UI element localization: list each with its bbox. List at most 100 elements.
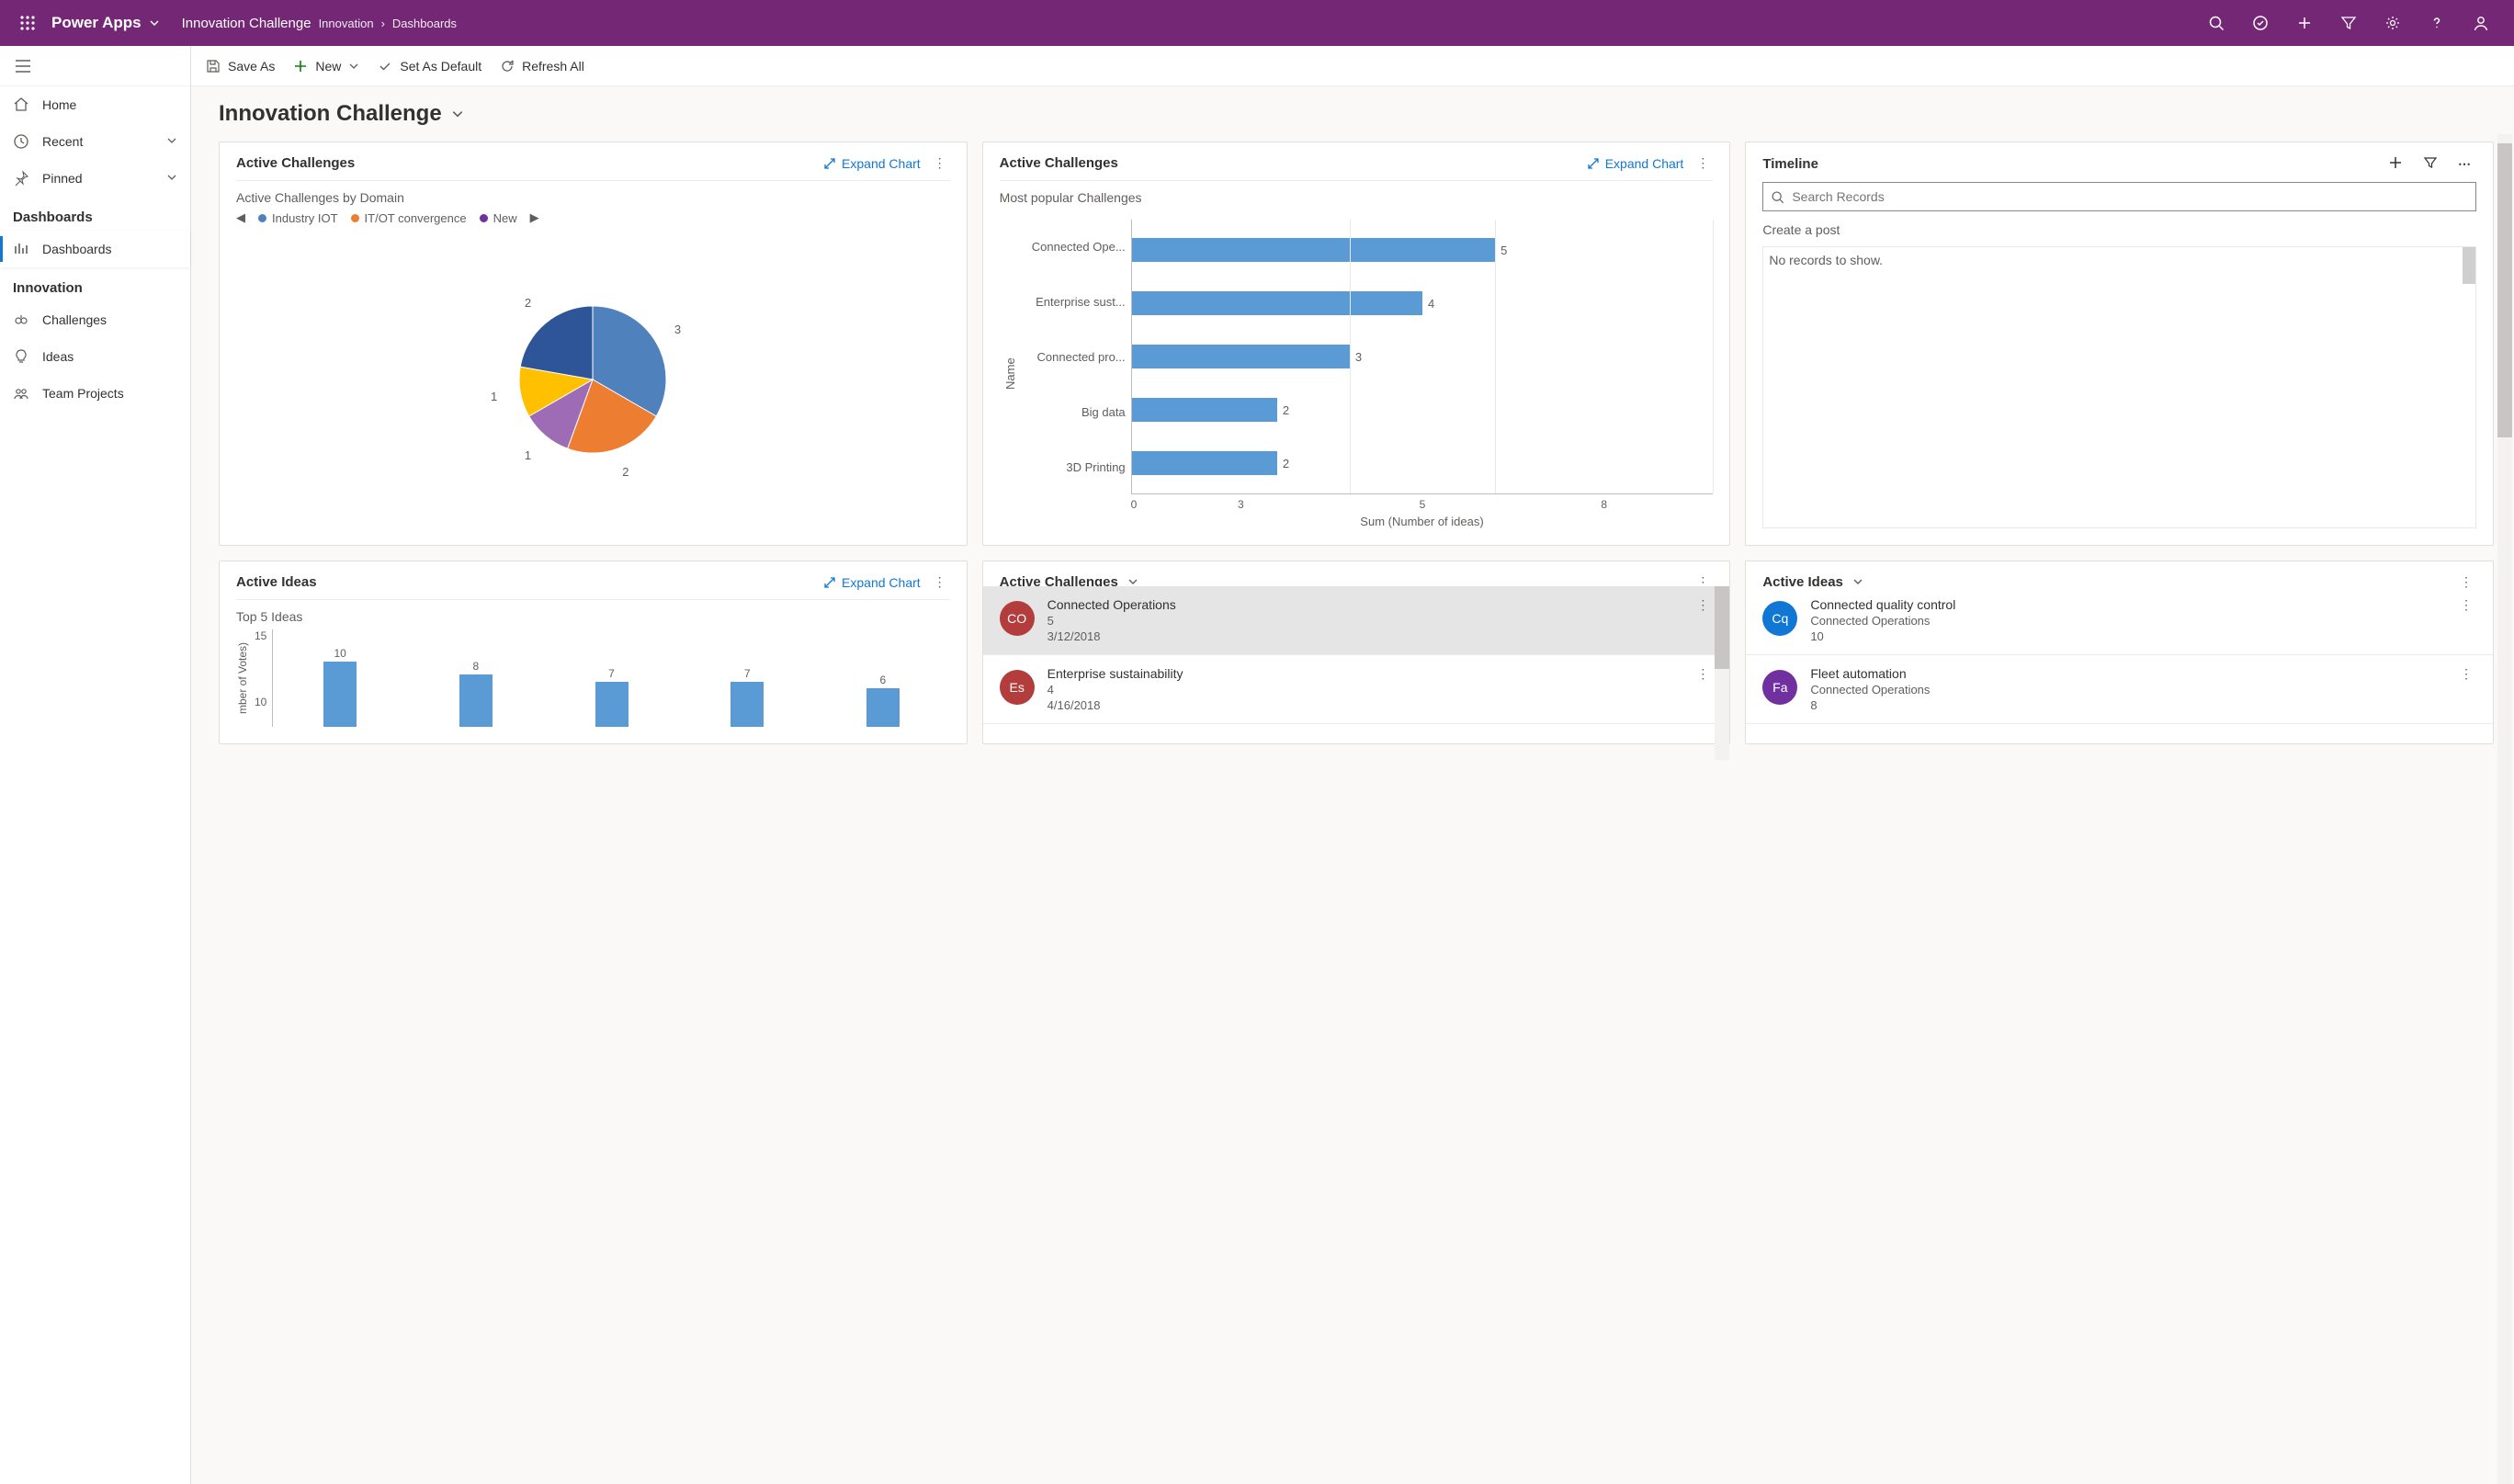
expand-label: Expand Chart [842, 156, 921, 171]
settings-icon[interactable] [2371, 0, 2415, 46]
list-item-more-icon[interactable]: ⋮ [1693, 666, 1713, 682]
card-more-icon[interactable]: ⋮ [1693, 155, 1713, 171]
expand-chart-link[interactable]: Expand Chart [1587, 156, 1684, 171]
scrollbar-thumb[interactable] [2497, 143, 2512, 437]
nav-item-ideas[interactable]: Ideas [0, 338, 190, 375]
nav-collapse-button[interactable] [0, 46, 190, 86]
card-more-icon[interactable]: ⋮ [930, 155, 950, 171]
legend-prev-icon[interactable]: ◀ [236, 210, 245, 225]
hbar-chart: Name Connected Ope...Enterprise sust...C… [1000, 220, 1714, 528]
hbar-value: 4 [1428, 297, 1434, 311]
check-icon [378, 59, 392, 74]
breadcrumb: Innovation Challenge Innovation › Dashbo… [182, 16, 457, 31]
nav-label: Challenges [42, 312, 107, 327]
list-item[interactable]: CqConnected quality controlConnected Ope… [1746, 586, 2493, 655]
vbar-bar[interactable] [866, 688, 900, 727]
breadcrumb-root[interactable]: Innovation Challenge [182, 16, 311, 31]
vbar-bar[interactable] [595, 682, 628, 727]
hbar-bar[interactable] [1132, 345, 1350, 368]
timeline-more-icon[interactable]: ⋯ [2452, 156, 2476, 172]
dashboard-title[interactable]: Innovation Challenge [191, 86, 2514, 134]
home-icon [13, 96, 29, 113]
list-body: COConnected Operations53/12/2018⋮EsEnter… [983, 586, 1730, 760]
main-area: Save As New Set As Default Refresh All I… [191, 46, 2514, 1484]
legend-item[interactable]: IT/OT convergence [351, 211, 467, 225]
hbar-category: Big data [1021, 405, 1126, 419]
hbar-tick: 8 [1495, 498, 1713, 511]
pie-value: 1 [525, 448, 531, 462]
task-icon[interactable] [2238, 0, 2282, 46]
legend-item[interactable]: Industry IOT [258, 211, 338, 225]
pie-slice[interactable] [521, 306, 594, 379]
expand-chart-link[interactable]: Expand Chart [823, 575, 921, 590]
legend-next-icon[interactable]: ▶ [530, 210, 539, 225]
nav-item-recent[interactable]: Recent [0, 123, 190, 160]
timeline-filter-icon[interactable] [2418, 155, 2443, 173]
hbar-bar[interactable] [1132, 451, 1277, 475]
timeline-create-post[interactable]: Create a post [1762, 222, 2476, 237]
hbar-bar[interactable] [1132, 291, 1422, 315]
hbar-bar[interactable] [1132, 398, 1277, 422]
cmd-save-as[interactable]: Save As [206, 59, 275, 74]
vbar-bar[interactable] [459, 674, 493, 727]
timeline-add-icon[interactable] [2383, 155, 2408, 173]
timeline-search-input[interactable] [1792, 189, 2468, 204]
hbar-tick: 3 [1132, 498, 1350, 511]
help-icon[interactable] [2415, 0, 2459, 46]
plus-icon [293, 59, 308, 74]
canvas-scrollbar[interactable] [2497, 134, 2512, 1484]
nav-item-dashboards[interactable]: Dashboards [0, 231, 190, 267]
list-item[interactable]: COConnected Operations53/12/2018⋮ [983, 586, 1730, 655]
hbar-bar[interactable] [1132, 238, 1495, 262]
list-item-more-icon[interactable]: ⋮ [1693, 597, 1713, 613]
expand-chart-link[interactable]: Expand Chart [823, 156, 921, 171]
breadcrumb-section[interactable]: Innovation [319, 17, 374, 30]
app-launcher-icon[interactable] [11, 6, 44, 40]
list-item-more-icon[interactable]: ⋮ [2456, 597, 2476, 613]
list-item-sub1: Connected Operations [1810, 614, 2443, 628]
pie-value: 2 [622, 465, 628, 479]
list-item-sub1: 5 [1048, 614, 1681, 628]
hbar-row: 5 [1132, 236, 1714, 264]
nav-item-pinned[interactable]: Pinned [0, 160, 190, 197]
list-item[interactable]: EsEnterprise sustainability44/16/2018⋮ [983, 655, 1730, 724]
hbar-xlabel: Sum (Number of ideas) [1131, 511, 1714, 528]
list-item[interactable]: FaFleet automationConnected Operations8⋮ [1746, 655, 2493, 724]
expand-label: Expand Chart [1605, 156, 1684, 171]
card-active-challenges-list: Active Challenges ⋮ COConnected Operatio… [982, 561, 1731, 744]
scrollbar-thumb[interactable] [2463, 247, 2475, 284]
list-item-sub2: 4/16/2018 [1048, 698, 1681, 712]
timeline-search[interactable] [1762, 182, 2476, 211]
account-icon[interactable] [2459, 0, 2503, 46]
vbar-bar[interactable] [730, 682, 764, 727]
add-icon[interactable] [2282, 0, 2327, 46]
hbar-ylabel: Name [1000, 220, 1021, 528]
card-more-icon[interactable]: ⋮ [930, 574, 950, 590]
app-brand-label: Power Apps [51, 14, 142, 32]
legend-item[interactable]: New [480, 211, 517, 225]
nav-item-team-projects[interactable]: Team Projects [0, 375, 190, 412]
scrollbar[interactable] [1715, 586, 1729, 760]
cmd-new[interactable]: New [293, 59, 359, 74]
card-active-challenges-bar: Active Challenges Expand Chart ⋮ Most po… [982, 142, 1731, 546]
filter-icon[interactable] [2327, 0, 2371, 46]
pie-value: 2 [525, 296, 531, 310]
card-active-ideas-bar: Active Ideas Expand Chart ⋮ Top 5 Ideas … [219, 561, 968, 744]
avatar: Cq [1762, 601, 1797, 636]
cmd-refresh-all[interactable]: Refresh All [500, 59, 584, 74]
nav-label: Recent [42, 134, 83, 149]
app-brand[interactable]: Power Apps [51, 14, 160, 32]
breadcrumb-page[interactable]: Dashboards [392, 17, 457, 30]
cmd-set-default[interactable]: Set As Default [378, 59, 481, 74]
hbar-value: 2 [1283, 457, 1289, 470]
card-timeline: Timeline ⋯ Create a post No records to s… [1745, 142, 2494, 546]
sidebar: Home Recent Pinned Dashboards Dashboards… [0, 46, 191, 1484]
scrollbar-thumb[interactable] [1715, 586, 1729, 669]
hbar-category: Enterprise sust... [1021, 295, 1126, 309]
search-icon[interactable] [2194, 0, 2238, 46]
card-title: Timeline [1762, 156, 1818, 172]
nav-item-home[interactable]: Home [0, 86, 190, 123]
list-item-more-icon[interactable]: ⋮ [2456, 666, 2476, 682]
vbar-bar[interactable] [323, 662, 357, 727]
nav-item-challenges[interactable]: Challenges [0, 301, 190, 338]
